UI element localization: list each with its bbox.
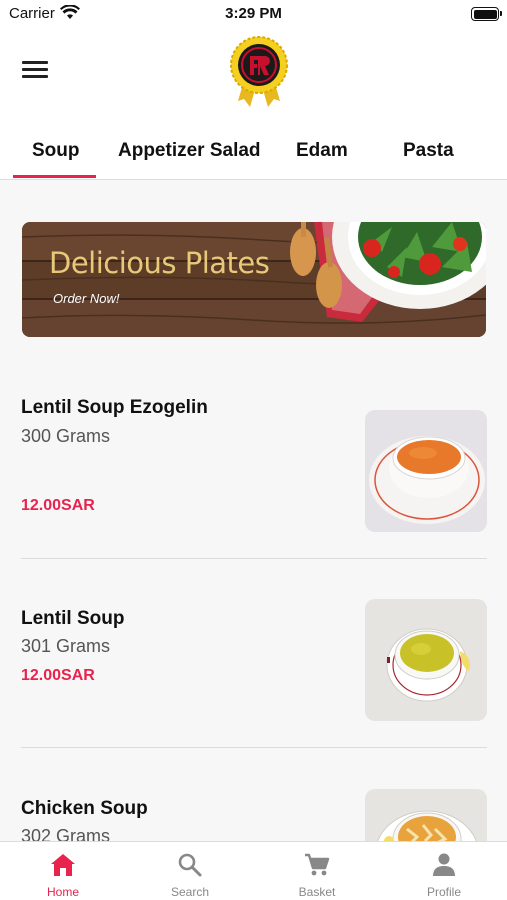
product-name: Lentil Soup <box>21 608 125 629</box>
product-image <box>365 599 487 721</box>
product-price: 12.00SAR <box>21 497 95 514</box>
product-name: Lentil Soup Ezogelin <box>21 397 208 418</box>
hamburger-menu-icon[interactable] <box>22 61 48 81</box>
nav-basket[interactable]: Basket <box>254 842 380 900</box>
tab-edam[interactable]: Edam <box>296 140 348 162</box>
product-price: 12.00SAR <box>21 667 95 684</box>
product-weight: 301 Grams <box>21 636 111 656</box>
nav-basket-label: Basket <box>298 885 336 899</box>
divider <box>21 558 487 559</box>
banner-title: Delicious Plates <box>49 246 270 280</box>
home-icon <box>51 854 75 876</box>
promo-banner[interactable]: Delicious Plates Order Now! <box>22 222 486 337</box>
nav-home-label: Home <box>46 885 79 899</box>
tab-soup[interactable]: Soup <box>32 140 80 162</box>
status-bar: Carrier 3:29 PM <box>0 0 507 30</box>
clock: 3:29 PM <box>225 5 282 22</box>
bottom-navigation: Home Search Basket Profile <box>0 841 507 900</box>
banner-subtitle: Order Now! <box>53 291 120 306</box>
tab-appetizer-salad[interactable]: Appetizer Salad <box>118 140 261 162</box>
app-header <box>0 30 507 118</box>
nav-home[interactable]: Home <box>0 842 126 900</box>
battery-icon <box>471 7 502 21</box>
product-weight: 300 Grams <box>21 426 111 446</box>
divider <box>21 747 487 748</box>
product-item[interactable]: Lentil Soup Ezogelin 300 Grams 12.00SAR <box>0 385 507 545</box>
nav-profile[interactable]: Profile <box>381 842 507 900</box>
person-icon <box>433 853 455 876</box>
tab-pasta[interactable]: Pasta <box>403 140 454 162</box>
product-image <box>365 410 487 532</box>
nav-search[interactable]: Search <box>127 842 253 900</box>
product-item[interactable]: Lentil Soup 301 Grams 12.00SAR <box>0 590 507 750</box>
cart-icon <box>305 853 330 876</box>
product-name: Chicken Soup <box>21 798 148 819</box>
nav-profile-label: Profile <box>426 885 461 899</box>
search-icon <box>178 853 202 877</box>
nav-search-label: Search <box>170 885 210 899</box>
restaurant-medal-logo <box>230 36 288 107</box>
category-tabs: Soup Appetizer Salad Edam Pasta <box>0 118 507 180</box>
active-tab-indicator <box>13 175 96 178</box>
